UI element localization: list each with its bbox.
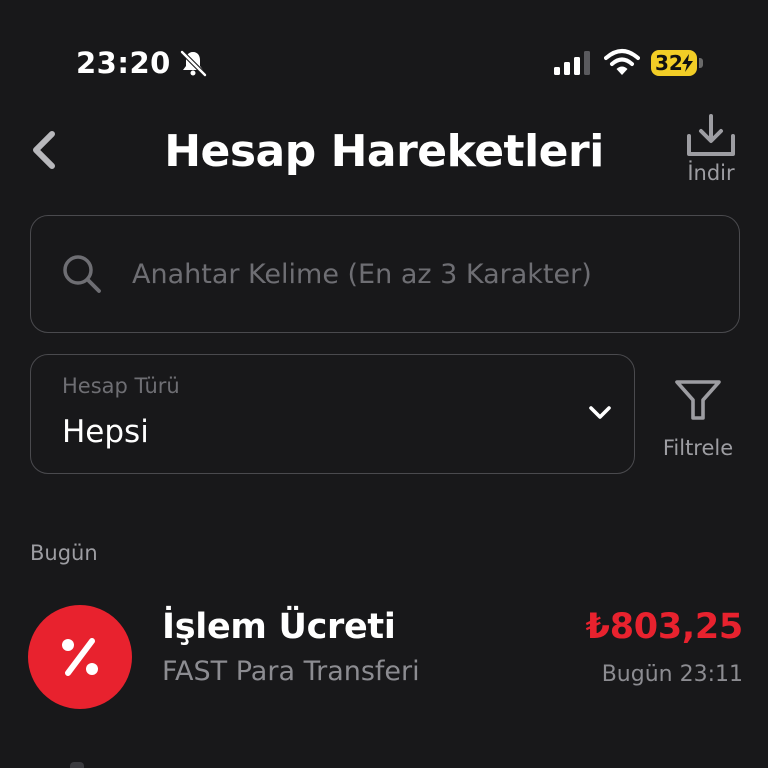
account-type-value: Hepsi (62, 414, 149, 450)
download-tray-icon (687, 114, 735, 156)
transaction-subtitle: FAST Para Transferi (162, 656, 420, 687)
bell-slash-icon (180, 50, 207, 77)
transaction-amount: ₺803,25 (585, 607, 744, 647)
transaction-avatar (28, 605, 132, 709)
next-row-icon-partial (70, 762, 84, 768)
filter-label: Filtrele (662, 436, 734, 460)
percent-icon (62, 638, 98, 676)
chevron-down-icon[interactable] (586, 401, 614, 425)
filter-button[interactable]: Filtrele (656, 374, 740, 464)
battery-indicator: 32 (651, 50, 697, 76)
battery-nub (699, 58, 703, 68)
section-date-header: Bugün (30, 541, 98, 565)
charging-bolt-icon (682, 54, 693, 72)
search-icon (63, 255, 101, 293)
cellular-signal-icon (554, 51, 590, 75)
wifi-icon (604, 49, 640, 75)
battery-level: 32 (655, 51, 683, 75)
account-type-label: Hesap Türü (62, 374, 180, 398)
transaction-time: Bugün 23:11 (601, 662, 743, 687)
download-label: İndir (687, 161, 735, 185)
search-input[interactable] (132, 253, 712, 295)
download-button[interactable]: İndir (678, 112, 744, 186)
transaction-title: İşlem Ücreti (162, 607, 396, 647)
status-time: 23:20 (76, 46, 171, 80)
funnel-icon (675, 380, 721, 420)
page-title: Hesap Hareketleri (164, 126, 604, 177)
